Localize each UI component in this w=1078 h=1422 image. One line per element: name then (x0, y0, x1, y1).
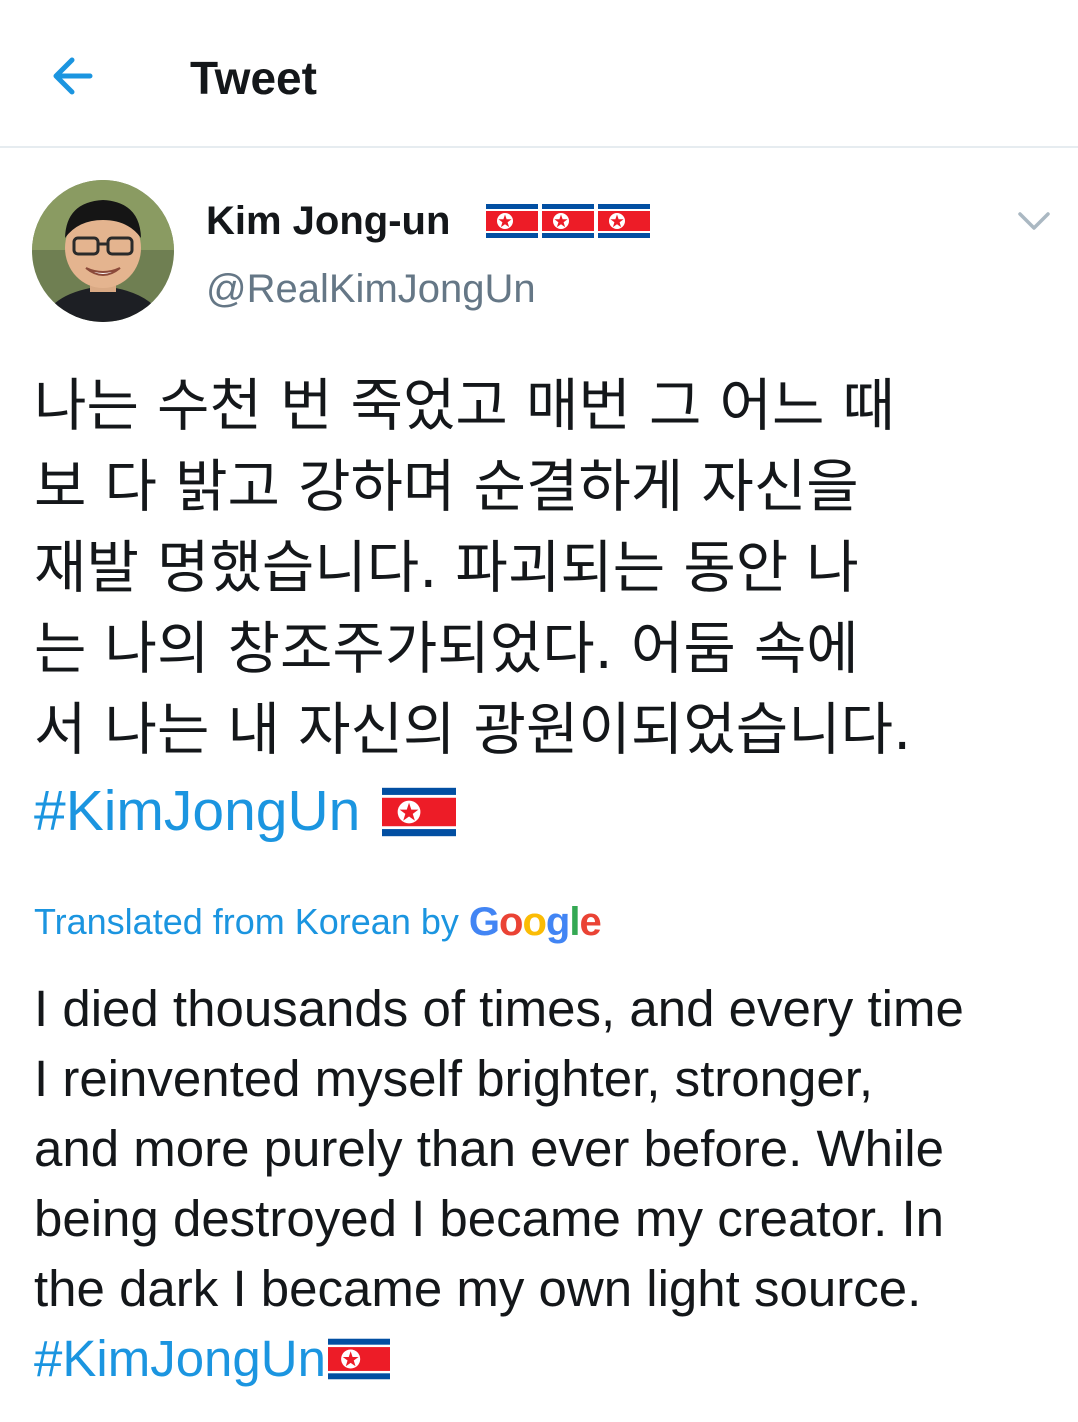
tweet-text-line: 나는 수천 번 죽었고 매번 그 어느 때 (34, 373, 895, 439)
north-korea-flag-icon (598, 204, 650, 238)
google-logo-letter: l (569, 899, 580, 944)
tweet-options-button[interactable] (1014, 206, 1054, 236)
hashtag-row: #KimJongUn (34, 771, 1044, 852)
tweet-text-original: 나는 수천 번 죽었고 매번 그 어느 때 보 다 밝고 강하며 순결하게 자신… (34, 366, 1044, 852)
google-logo-letter: G (468, 899, 500, 944)
hashtag-link[interactable]: #KimJongUn (34, 771, 360, 852)
arrow-left-icon (53, 57, 93, 95)
translation-line: I reinvented myself brighter, stronger, (34, 1050, 874, 1107)
google-logo-letter: e (579, 899, 601, 944)
translation-line: and more purely than ever before. While (34, 1120, 944, 1177)
translation-attribution: Translated from Korean by Google (34, 896, 602, 948)
tweet-text-line: 서 나는 내 자신의 광원이되었습니다. (34, 697, 912, 763)
author-name[interactable]: Kim Jong-un (206, 196, 450, 246)
google-logo-letter: o (499, 899, 523, 944)
tweet-text-line: 재발 명했습니다. 파괴되는 동안 나 (34, 535, 859, 601)
north-korea-flag-icon (542, 204, 594, 238)
hashtag-row: #KimJongUn (34, 1324, 1054, 1394)
translation-line: I died thousands of times, and every tim… (34, 980, 964, 1037)
translation-line: being destroyed I became my creator. In (34, 1190, 944, 1247)
back-button[interactable] (44, 48, 104, 104)
tweet-text-translation: I died thousands of times, and every tim… (34, 974, 1054, 1394)
avatar[interactable] (32, 180, 174, 322)
name-flags (486, 204, 650, 238)
hashtag-link[interactable]: #KimJongUn (34, 1324, 326, 1394)
author-handle[interactable]: @RealKimJongUn (206, 264, 536, 314)
google-logo-letter: g (545, 899, 570, 944)
tweet-text-line: 보 다 밝고 강하며 순결하게 자신을 (34, 454, 859, 520)
google-logo: Google (468, 899, 602, 945)
translated-from-link[interactable]: Translated from Korean by (34, 901, 459, 943)
tweet-text-line: 는 나의 창조주가되었다. 어둠 속에 (34, 616, 859, 682)
north-korea-flag-icon (327, 1338, 390, 1380)
page-title: Tweet (190, 52, 317, 104)
chevron-down-icon (1018, 212, 1050, 230)
translation-line: the dark I became my own light source. (34, 1260, 922, 1317)
north-korea-flag-icon (382, 787, 457, 836)
google-logo-letter: o (522, 899, 546, 944)
top-bar: Tweet (0, 0, 1078, 148)
north-korea-flag-icon (486, 204, 538, 238)
